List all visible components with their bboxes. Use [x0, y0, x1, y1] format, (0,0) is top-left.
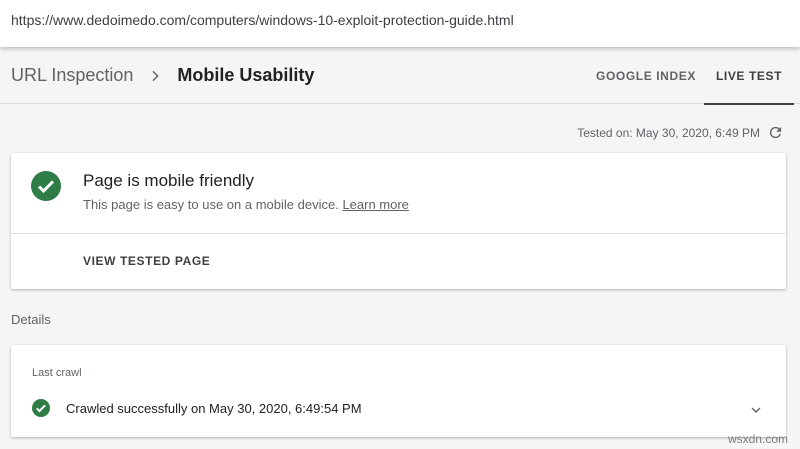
- breadcrumb-url-inspection[interactable]: URL Inspection: [11, 65, 133, 86]
- check-circle-icon: [32, 399, 50, 417]
- last-crawl-card[interactable]: Last crawl Crawled successfully on May 3…: [11, 345, 786, 437]
- breadcrumb: URL Inspection Mobile Usability: [11, 65, 314, 86]
- url-text[interactable]: https://www.dedoimedo.com/computers/wind…: [11, 12, 514, 28]
- chevron-right-icon: [152, 70, 160, 81]
- learn-more-link[interactable]: Learn more: [342, 197, 408, 212]
- result-description-text: This page is easy to use on a mobile dev…: [83, 197, 339, 212]
- tab-live-test[interactable]: LIVE TEST: [704, 47, 794, 105]
- tested-on-text: Tested on: May 30, 2020, 6:49 PM: [577, 125, 760, 140]
- card-divider: [11, 233, 786, 234]
- page-header: URL Inspection Mobile Usability GOOGLE I…: [0, 47, 800, 105]
- refresh-icon[interactable]: [767, 124, 784, 141]
- chevron-down-icon[interactable]: [748, 402, 764, 418]
- tested-on-row: Tested on: May 30, 2020, 6:49 PM: [577, 124, 784, 141]
- last-crawl-label: Last crawl: [32, 367, 82, 379]
- view-tested-page-button[interactable]: VIEW TESTED PAGE: [83, 254, 210, 268]
- page-title: Mobile Usability: [177, 65, 315, 85]
- watermark: wsxdn.com: [727, 432, 788, 446]
- address-bar[interactable]: https://www.dedoimedo.com/computers/wind…: [0, 0, 800, 47]
- result-description: This page is easy to use on a mobile dev…: [83, 197, 409, 212]
- mobile-friendly-result-card: Page is mobile friendly This page is eas…: [11, 153, 786, 289]
- result-title: Page is mobile friendly: [83, 171, 255, 190]
- check-circle-icon: [31, 171, 61, 201]
- tab-bar: GOOGLE INDEX LIVE TEST: [590, 47, 800, 105]
- tab-google-index[interactable]: GOOGLE INDEX: [590, 47, 702, 104]
- crawl-status-text: Crawled successfully on May 30, 2020, 6:…: [66, 401, 362, 416]
- details-heading: Details: [11, 312, 51, 327]
